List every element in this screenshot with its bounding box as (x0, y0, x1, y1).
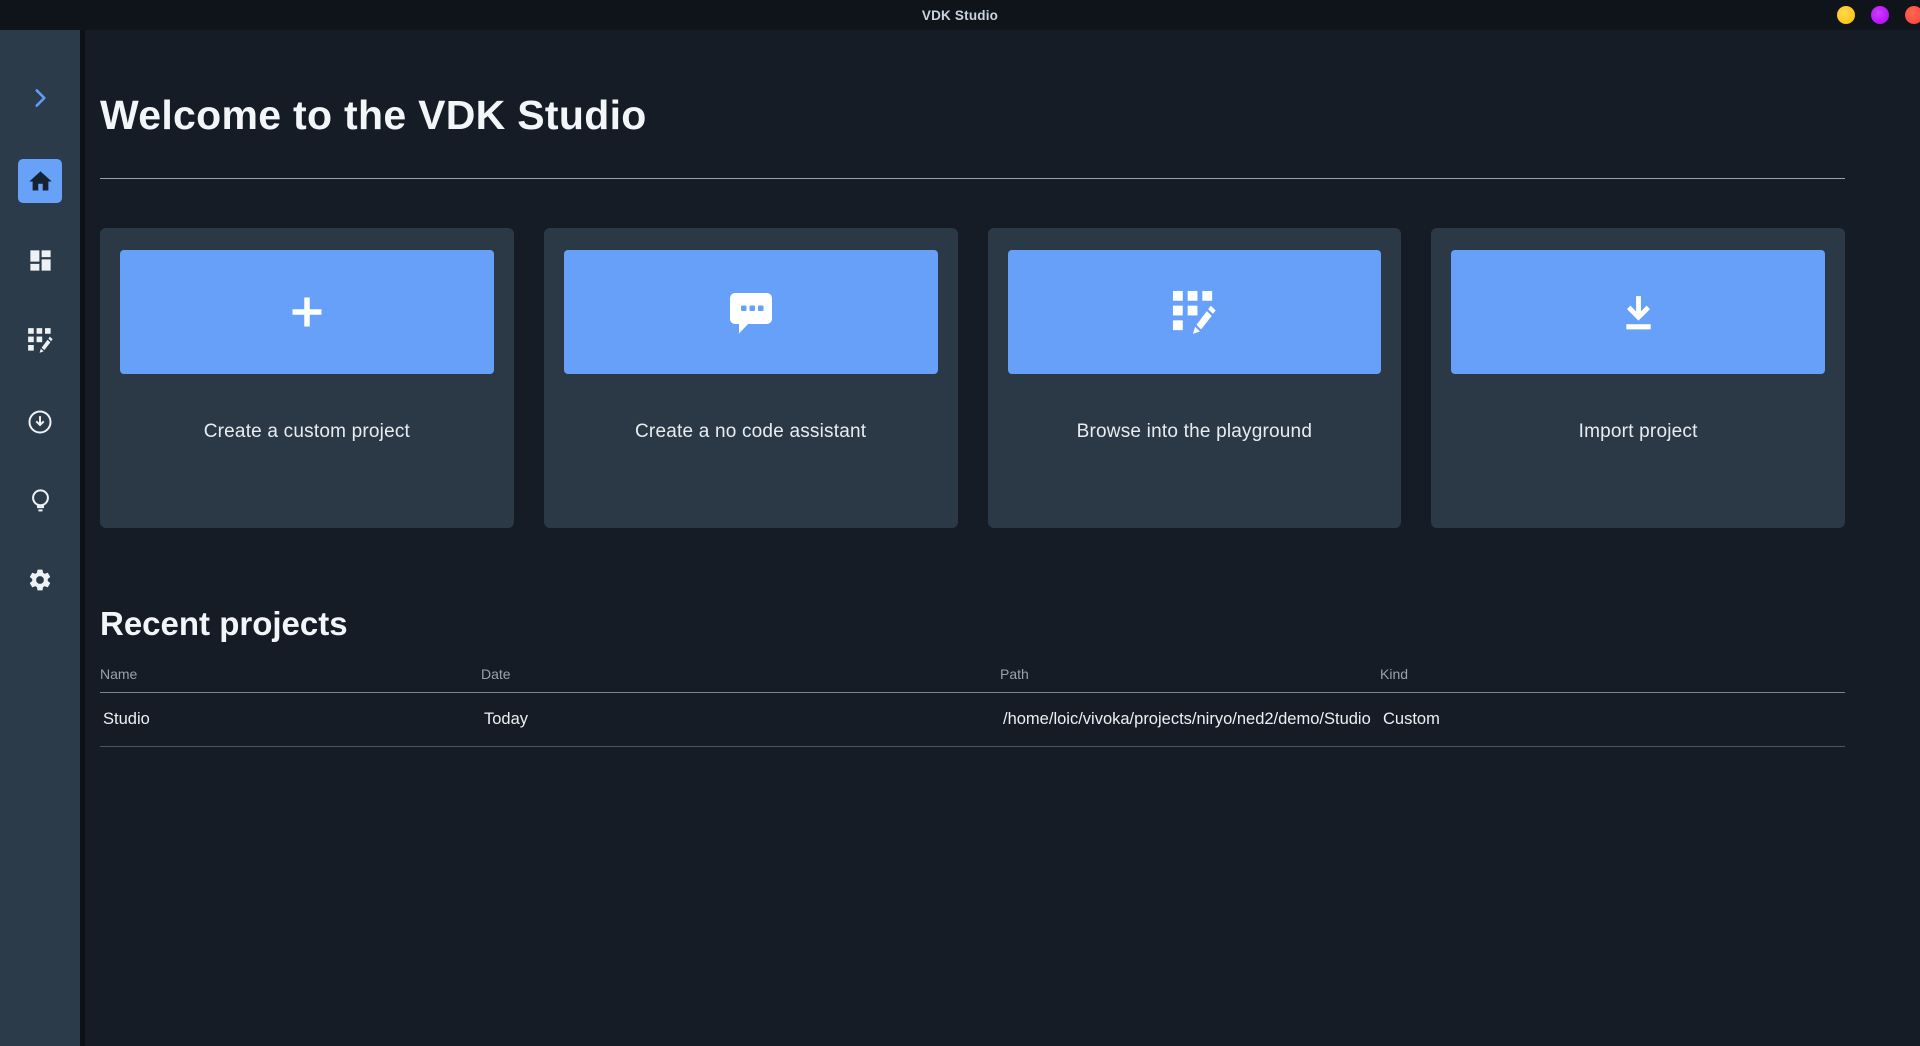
column-header-kind: Kind (1380, 666, 1409, 682)
cell-date: Today (484, 710, 529, 728)
card-label: Browse into the playground (1076, 421, 1313, 442)
grid-edit-icon (27, 327, 54, 354)
sidebar-item-dashboard[interactable] (0, 246, 80, 274)
cell-kind: Custom (1383, 710, 1440, 728)
card-banner (563, 250, 938, 374)
grid-edit-icon (1171, 289, 1218, 336)
card-create-no-code-assistant[interactable]: Create a no code assistant (543, 228, 958, 528)
recent-projects-table: Name Date Path Kind Studio Today /home/l… (100, 658, 1845, 747)
download-circle-icon (26, 408, 54, 436)
sidebar-item-home[interactable] (18, 159, 62, 203)
heading-divider (100, 178, 1845, 179)
sidebar-item-ideas[interactable] (0, 486, 80, 514)
table-row[interactable]: Studio Today /home/loic/vivoka/projects/… (100, 693, 1845, 747)
dashboard-icon (27, 247, 54, 274)
sidebar-expand-button[interactable] (0, 85, 80, 111)
chevron-right-icon (27, 85, 53, 111)
sidebar-item-import[interactable] (0, 408, 80, 436)
recent-projects-title: Recent projects (100, 605, 348, 642)
app-shell: Welcome to the VDK Studio Create a custo… (0, 30, 1920, 1046)
titlebar: VDK Studio (0, 0, 1920, 30)
card-banner (120, 250, 494, 374)
gear-icon (27, 567, 53, 593)
sidebar-item-settings[interactable] (0, 566, 80, 594)
column-header-name: Name (100, 666, 138, 682)
card-import-project[interactable]: Import project (1431, 228, 1845, 528)
card-label: Import project (1578, 421, 1698, 442)
column-header-path: Path (1000, 666, 1029, 682)
lightbulb-icon (27, 487, 54, 514)
column-header-date: Date (481, 666, 511, 682)
cell-path: /home/loic/vivoka/projects/niryo/ned2/de… (1003, 710, 1371, 728)
window-title: VDK Studio (921, 7, 999, 23)
chat-icon (728, 291, 774, 334)
home-icon (27, 168, 54, 195)
main-content: Welcome to the VDK Studio Create a custo… (85, 30, 1920, 1046)
action-cards: Create a custom project Create a no code… (100, 228, 1845, 528)
card-label: Create a no code assistant (635, 421, 867, 442)
card-label: Create a custom project (203, 421, 411, 442)
table-header-row: Name Date Path Kind (100, 658, 1845, 693)
window-controls (1837, 6, 1920, 24)
sidebar-item-playground[interactable] (0, 326, 80, 354)
cell-name: Studio (103, 710, 150, 728)
card-create-custom-project[interactable]: Create a custom project (100, 228, 514, 528)
plus-icon (287, 292, 327, 332)
minimize-dot-icon[interactable] (1837, 6, 1855, 24)
maximize-dot-icon[interactable] (1871, 6, 1889, 24)
card-banner (1007, 250, 1382, 374)
card-browse-playground[interactable]: Browse into the playground (987, 228, 1402, 528)
sidebar (0, 30, 85, 1046)
page-title: Welcome to the VDK Studio (100, 92, 647, 138)
close-dot-icon[interactable] (1905, 6, 1920, 24)
download-icon (1616, 290, 1661, 335)
card-banner (1451, 250, 1825, 374)
